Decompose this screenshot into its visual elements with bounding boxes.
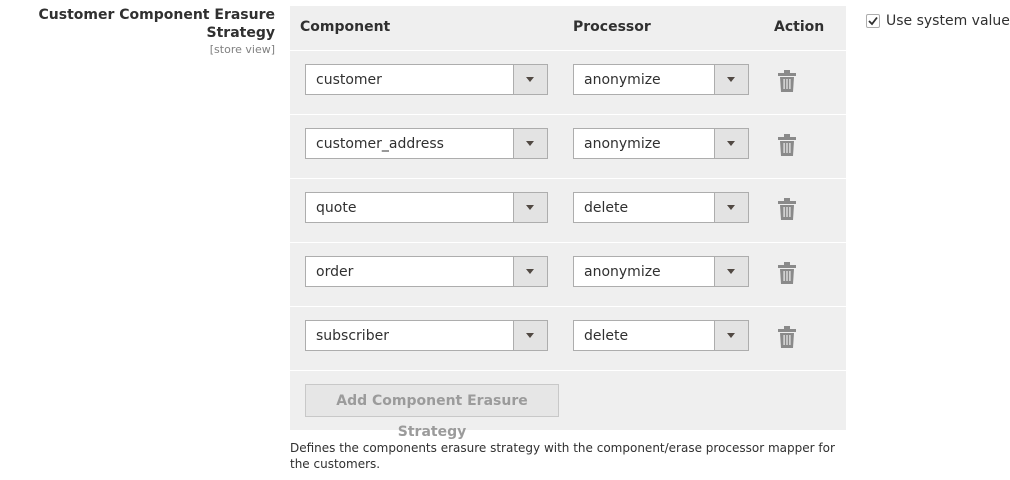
field-title: Customer Component Erasure Strategy [38, 7, 275, 41]
component-select[interactable]: quote [305, 192, 548, 223]
component-select-value: quote [316, 200, 357, 216]
chevron-down-icon[interactable] [714, 129, 748, 158]
component-select[interactable]: customer [305, 64, 548, 95]
erasure-strategy-grid: Component Processor Action customer anon… [290, 6, 846, 440]
trash-icon[interactable] [778, 70, 796, 92]
processor-select[interactable]: delete [573, 320, 749, 351]
processor-select[interactable]: anonymize [573, 64, 749, 95]
add-component-erasure-strategy-button[interactable]: Add Component Erasure Strategy [305, 384, 559, 440]
table-row: order anonymize [290, 243, 846, 307]
trash-icon[interactable] [778, 134, 796, 156]
chevron-down-icon[interactable] [513, 193, 547, 222]
scope-label: [store view] [209, 43, 275, 56]
trash-icon[interactable] [778, 326, 796, 348]
component-select[interactable]: subscriber [305, 320, 548, 351]
chevron-down-icon[interactable] [513, 321, 547, 350]
component-select[interactable]: order [305, 256, 548, 287]
trash-icon[interactable] [778, 262, 796, 284]
component-select-value: order [316, 264, 354, 280]
column-header-processor: Processor [573, 19, 651, 35]
chevron-down-icon[interactable] [513, 65, 547, 94]
chevron-down-icon[interactable] [714, 65, 748, 94]
table-row: customer anonymize [290, 51, 846, 115]
chevron-down-icon[interactable] [714, 321, 748, 350]
grid-header: Component Processor Action [290, 6, 846, 51]
table-row: quote delete [290, 179, 846, 243]
trash-icon[interactable] [778, 198, 796, 220]
column-header-component: Component [300, 19, 391, 35]
component-select-value: customer_address [316, 136, 444, 152]
add-row: Add Component Erasure Strategy [290, 371, 846, 440]
table-row: customer_address anonymize [290, 115, 846, 179]
chevron-down-icon[interactable] [714, 257, 748, 286]
table-row: subscriber delete [290, 307, 846, 371]
processor-select-value: anonymize [584, 72, 661, 88]
field-label: Customer Component Erasure Strategy [sto… [0, 6, 275, 57]
chevron-down-icon[interactable] [513, 257, 547, 286]
use-system-value-label[interactable]: Use system value [886, 13, 1010, 29]
checkmark-icon [868, 16, 878, 26]
component-select-value: subscriber [316, 328, 389, 344]
column-header-action: Action [774, 19, 825, 35]
component-select[interactable]: customer_address [305, 128, 548, 159]
processor-select-value: delete [584, 328, 629, 344]
processor-select-value: delete [584, 200, 629, 216]
chevron-down-icon[interactable] [714, 193, 748, 222]
chevron-down-icon[interactable] [513, 129, 547, 158]
component-select-value: customer [316, 72, 382, 88]
field-note: Defines the components erasure strategy … [290, 441, 835, 471]
processor-select-value: anonymize [584, 264, 661, 280]
processor-select[interactable]: anonymize [573, 256, 749, 287]
processor-select-value: anonymize [584, 136, 661, 152]
processor-select[interactable]: delete [573, 192, 749, 223]
checkbox[interactable] [866, 14, 880, 28]
processor-select[interactable]: anonymize [573, 128, 749, 159]
